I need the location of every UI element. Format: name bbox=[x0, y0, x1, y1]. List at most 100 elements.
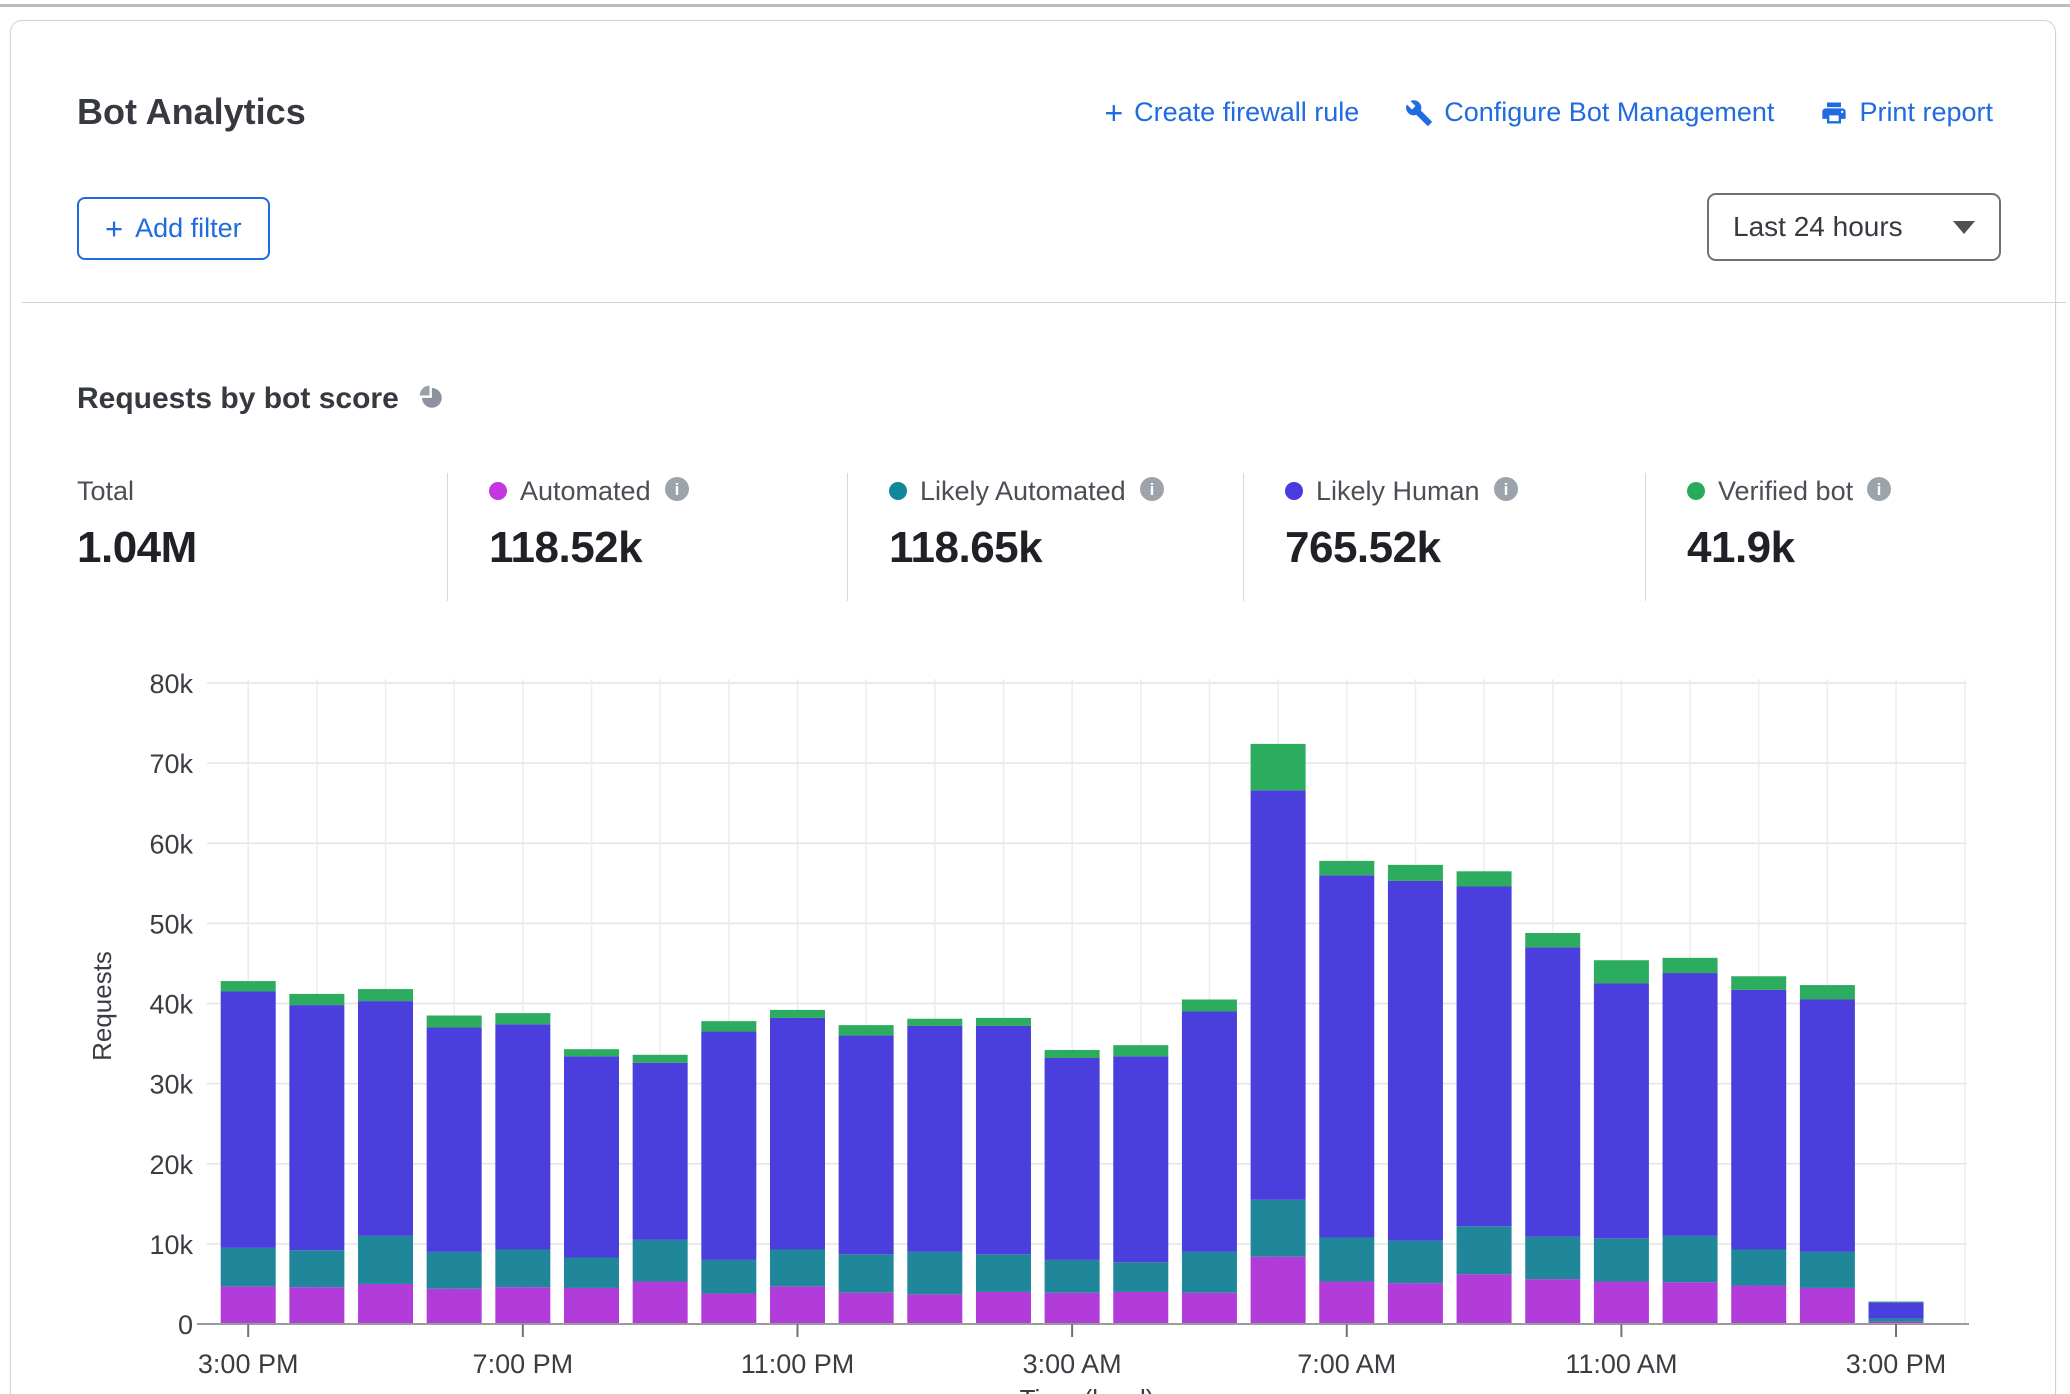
print-report-link[interactable]: Print report bbox=[1820, 97, 1993, 128]
configure-bot-management-link[interactable]: Configure Bot Management bbox=[1405, 97, 1774, 128]
bar-segment[interactable] bbox=[1525, 947, 1580, 1236]
bar-segment[interactable] bbox=[1182, 1012, 1237, 1252]
bar-segment[interactable] bbox=[564, 1049, 619, 1056]
bar-segment[interactable] bbox=[1388, 1283, 1443, 1324]
bar-segment[interactable] bbox=[1045, 1050, 1100, 1058]
bar-segment[interactable] bbox=[358, 1284, 413, 1324]
bar-segment[interactable] bbox=[1731, 1249, 1786, 1285]
bar-segment[interactable] bbox=[1594, 983, 1649, 1238]
bar-segment[interactable] bbox=[1045, 1260, 1100, 1293]
bar-segment[interactable] bbox=[701, 1032, 756, 1260]
bar-segment[interactable] bbox=[289, 1287, 344, 1324]
bar-segment[interactable] bbox=[427, 1016, 482, 1028]
bar-segment[interactable] bbox=[495, 1024, 550, 1249]
bar-segment[interactable] bbox=[633, 1063, 688, 1240]
bar-segment[interactable] bbox=[839, 1254, 894, 1292]
bar-segment[interactable] bbox=[1800, 985, 1855, 999]
bar-segment[interactable] bbox=[1869, 1318, 1924, 1321]
bar-segment[interactable] bbox=[289, 994, 344, 1005]
bar-segment[interactable] bbox=[1113, 1056, 1168, 1262]
bar-segment[interactable] bbox=[976, 1254, 1031, 1292]
info-icon[interactable]: i bbox=[664, 476, 690, 507]
create-firewall-rule-link[interactable]: + Create firewall rule bbox=[1104, 97, 1359, 128]
bar-segment[interactable] bbox=[1457, 887, 1512, 1227]
bar-segment[interactable] bbox=[839, 1036, 894, 1255]
bar-segment[interactable] bbox=[1182, 999, 1237, 1011]
bar-segment[interactable] bbox=[770, 1018, 825, 1250]
bar-segment[interactable] bbox=[1869, 1302, 1924, 1318]
info-icon[interactable]: i bbox=[1866, 476, 1892, 507]
bar-segment[interactable] bbox=[701, 1021, 756, 1031]
bar-segment[interactable] bbox=[1045, 1058, 1100, 1260]
bar-segment[interactable] bbox=[1731, 976, 1786, 990]
bar-segment[interactable] bbox=[1731, 1286, 1786, 1324]
bar-segment[interactable] bbox=[1182, 1293, 1237, 1324]
add-filter-button[interactable]: + Add filter bbox=[77, 197, 270, 260]
bar-segment[interactable] bbox=[1525, 933, 1580, 947]
bar-segment[interactable] bbox=[1251, 790, 1306, 1199]
bar-segment[interactable] bbox=[907, 1294, 962, 1324]
bar-segment[interactable] bbox=[1388, 881, 1443, 1241]
bar-segment[interactable] bbox=[701, 1294, 756, 1324]
bar-segment[interactable] bbox=[1525, 1237, 1580, 1279]
bar-segment[interactable] bbox=[1045, 1293, 1100, 1324]
bar-segment[interactable] bbox=[1663, 973, 1718, 1236]
bar-segment[interactable] bbox=[1800, 999, 1855, 1251]
bar-segment[interactable] bbox=[1113, 1045, 1168, 1056]
bar-segment[interactable] bbox=[1319, 1282, 1374, 1324]
bar-segment[interactable] bbox=[289, 1250, 344, 1287]
time-range-select[interactable]: Last 24 hours bbox=[1707, 193, 2001, 261]
bar-segment[interactable] bbox=[770, 1249, 825, 1286]
bar-segment[interactable] bbox=[1113, 1292, 1168, 1324]
bar-segment[interactable] bbox=[1800, 1252, 1855, 1288]
bar-segment[interactable] bbox=[221, 1248, 276, 1286]
bar-segment[interactable] bbox=[907, 1252, 962, 1294]
bar-segment[interactable] bbox=[976, 1018, 1031, 1026]
bar-segment[interactable] bbox=[1319, 861, 1374, 875]
bar-segment[interactable] bbox=[1319, 875, 1374, 1237]
info-icon[interactable]: i bbox=[1493, 476, 1519, 507]
bar-segment[interactable] bbox=[1388, 1241, 1443, 1283]
bar-segment[interactable] bbox=[1388, 865, 1443, 881]
bar-segment[interactable] bbox=[289, 1005, 344, 1250]
bar-segment[interactable] bbox=[1251, 1200, 1306, 1257]
bar-segment[interactable] bbox=[1594, 1238, 1649, 1281]
bar-segment[interactable] bbox=[1457, 1226, 1512, 1274]
bar-segment[interactable] bbox=[1251, 1257, 1306, 1324]
bar-segment[interactable] bbox=[221, 991, 276, 1247]
bar-segment[interactable] bbox=[1594, 1282, 1649, 1324]
bar-segment[interactable] bbox=[770, 1286, 825, 1324]
bar-segment[interactable] bbox=[1457, 1274, 1512, 1324]
bar-segment[interactable] bbox=[427, 1252, 482, 1289]
bar-segment[interactable] bbox=[907, 1026, 962, 1252]
bar-segment[interactable] bbox=[1663, 1282, 1718, 1324]
bar-segment[interactable] bbox=[1800, 1288, 1855, 1324]
bar-segment[interactable] bbox=[976, 1292, 1031, 1324]
bar-segment[interactable] bbox=[495, 1287, 550, 1324]
bar-segment[interactable] bbox=[1251, 744, 1306, 790]
bar-segment[interactable] bbox=[1663, 1236, 1718, 1282]
bar-segment[interactable] bbox=[427, 1028, 482, 1252]
bar-segment[interactable] bbox=[839, 1293, 894, 1324]
bar-segment[interactable] bbox=[976, 1026, 1031, 1254]
bar-segment[interactable] bbox=[564, 1257, 619, 1287]
bar-segment[interactable] bbox=[1869, 1302, 1924, 1303]
bar-segment[interactable] bbox=[358, 1001, 413, 1236]
bar-segment[interactable] bbox=[633, 1240, 688, 1282]
bar-segment[interactable] bbox=[1663, 958, 1718, 973]
bar-segment[interactable] bbox=[427, 1289, 482, 1324]
bar-segment[interactable] bbox=[1594, 960, 1649, 983]
bar-segment[interactable] bbox=[1731, 990, 1786, 1250]
bar-segment[interactable] bbox=[564, 1288, 619, 1324]
bar-segment[interactable] bbox=[358, 989, 413, 1001]
bar-segment[interactable] bbox=[1525, 1279, 1580, 1324]
bar-segment[interactable] bbox=[770, 1010, 825, 1018]
bar-segment[interactable] bbox=[1319, 1237, 1374, 1281]
bar-segment[interactable] bbox=[701, 1260, 756, 1294]
bar-segment[interactable] bbox=[495, 1249, 550, 1287]
bar-segment[interactable] bbox=[221, 1286, 276, 1324]
bar-segment[interactable] bbox=[221, 981, 276, 991]
bar-segment[interactable] bbox=[839, 1025, 894, 1035]
bar-segment[interactable] bbox=[564, 1056, 619, 1257]
bar-segment[interactable] bbox=[1182, 1252, 1237, 1293]
